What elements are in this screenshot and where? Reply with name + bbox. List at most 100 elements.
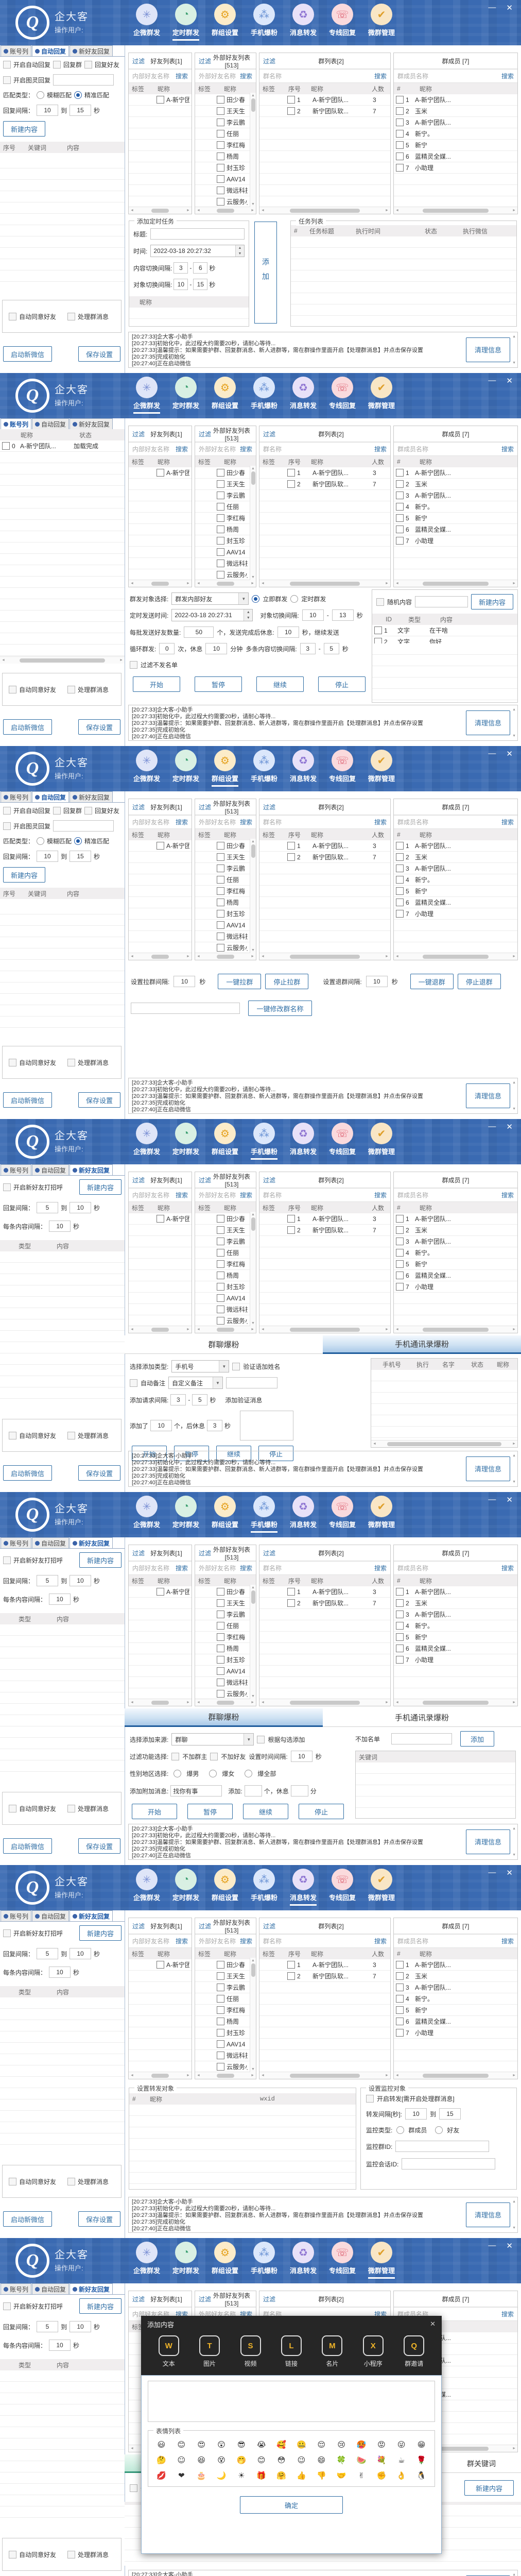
member-row[interactable]: 4新宁。 [394,128,517,140]
external-friend-row[interactable]: 王天生 [195,106,250,117]
member-row[interactable]: 2玉米 [394,479,517,490]
member-row[interactable]: 5新宁 [394,140,517,151]
row-checkbox[interactable] [217,1599,224,1607]
row-checkbox[interactable] [217,96,224,104]
external-search-placeholder[interactable]: 外部好友名称 [199,445,236,453]
clear-log-button[interactable]: 清理信息 [466,2202,510,2227]
row-checkbox[interactable] [396,2006,404,2014]
nav-item[interactable]: ◔ 定时群发 [169,1869,202,1906]
external-friend-row[interactable]: 封玉珍 [195,1654,250,1666]
emoji-button[interactable]: ☺ [171,2452,192,2468]
group-row[interactable]: 1A-新宁团队...3 [259,1213,390,1225]
add-task-button[interactable]: 添加 [254,222,277,324]
row-checkbox[interactable] [396,96,404,104]
member-search-placeholder[interactable]: 群成员名称 [397,818,428,826]
multi-gap-to-input[interactable]: 5 [324,643,339,654]
row-checkbox[interactable] [217,141,224,149]
row-checkbox[interactable] [396,503,404,511]
nav-item[interactable]: ✔ 微群管理 [365,1869,398,1906]
row-checkbox[interactable] [396,1599,404,1607]
nf-per-content-input[interactable]: 10 [49,2340,71,2351]
external-friend-row[interactable]: 杨周 [195,151,250,162]
group-filter-link[interactable]: 过滤 [263,1176,275,1184]
row-checkbox[interactable] [396,1984,404,1991]
random-content-checkbox[interactable] [376,598,384,606]
member-row[interactable]: 3A-新宁团队... [394,490,517,501]
friend-search-placeholder[interactable]: 内部好友名称 [132,1191,169,1199]
time-gap-input[interactable]: 10 [291,1751,312,1762]
sidebar-tab-newfriend[interactable]: 新好友回复 [70,45,113,56]
nav-item[interactable]: ◔ 定时群发 [169,377,202,414]
external-friend-row[interactable]: 王天生 [195,479,250,490]
row-checkbox[interactable] [396,1215,404,1223]
continue-button[interactable]: 继续 [256,676,304,692]
external-friend-row[interactable]: 田少春 [195,1959,250,1971]
member-row[interactable]: 6蓝精灵全媒... [394,151,517,162]
external-search-button[interactable]: 搜索 [240,445,252,453]
row-checkbox[interactable] [396,1588,404,1596]
nav-item[interactable]: ☏ 专线回复 [326,750,359,787]
row-checkbox[interactable] [217,842,224,850]
member-row[interactable]: 1A-新宁团队... [394,840,517,852]
row-checkbox[interactable] [396,514,404,522]
member-row[interactable]: 5新宁 [394,2005,517,2016]
emoji-button[interactable]: 😉 [291,2452,311,2468]
nf-interval-from-input[interactable]: 5 [37,1202,58,1213]
nf-interval-from-input[interactable]: 5 [37,1575,58,1586]
nf-per-content-input[interactable]: 10 [49,1967,71,1978]
minimize-button[interactable]: — [488,1495,496,1504]
friend-search-placeholder[interactable]: 内部好友名称 [132,1937,169,1945]
group-row[interactable]: 2新宁团队软...7 [259,1225,390,1236]
member-search-placeholder[interactable]: 群成员名称 [397,1191,428,1199]
reply-friend-checkbox[interactable] [84,61,92,69]
clear-log-button[interactable]: 清理信息 [466,337,510,362]
friend-search-button[interactable]: 搜索 [176,1564,188,1572]
nav-item[interactable]: ✳ 企微群发 [130,750,163,787]
row-checkbox[interactable] [157,1215,164,1223]
turing-reply-checkbox[interactable] [3,76,11,84]
row-checkbox[interactable] [217,1249,224,1257]
nf-per-content-input[interactable]: 10 [49,1221,71,1232]
row-checkbox[interactable] [396,865,404,872]
verify-with-name-checkbox[interactable] [232,1363,240,1370]
subtab-contacts-fans[interactable]: 手机通讯录爆粉 [323,1708,521,1727]
member-row[interactable]: 6蓝精灵全媒... [394,1270,517,1281]
note-input[interactable] [226,1377,277,1388]
row-checkbox[interactable] [217,152,224,160]
friend-filter-link[interactable]: 过滤 [132,1922,145,1930]
nav-item[interactable]: ⚙ 群组设置 [209,377,241,414]
row-checkbox[interactable] [217,853,224,861]
member-row[interactable]: 4新宁。 [394,1247,517,1259]
group-search-button[interactable]: 搜索 [374,1191,387,1199]
forward-gap-to-input[interactable]: 15 [439,2108,461,2120]
friend-row[interactable]: A-新宁团... [129,1213,192,1225]
nf-per-content-input[interactable]: 10 [49,1594,71,1605]
external-filter-link[interactable]: 过滤 [199,1176,211,1184]
row-checkbox[interactable] [287,1599,295,1607]
external-friend-row[interactable]: 李云鹏 [195,490,250,501]
sidebar-tab-newfriend[interactable]: 新好友回复 [70,418,113,429]
group-row[interactable]: 2新宁团队软...7 [259,1971,390,1982]
row-checkbox[interactable] [396,1272,404,1279]
pause-button[interactable]: 暂停 [195,676,242,692]
content-type-button[interactable]: T 图片 [199,2335,220,2368]
member-row[interactable]: 6蓝精灵全媒... [394,524,517,535]
member-search-button[interactable]: 搜索 [501,818,514,826]
horizontal-scrollbar[interactable]: ◄► [259,580,390,587]
member-row[interactable]: 1A-新宁团队... [394,1213,517,1225]
row-checkbox[interactable] [396,141,404,149]
nav-item[interactable]: ⁂ 手机爆粉 [248,750,281,787]
content-type-button[interactable]: M 名片 [322,2335,342,2368]
group-row[interactable]: 2新宁团队软...7 [259,1598,390,1609]
group-row[interactable]: 2新宁团队软...7 [259,106,390,117]
friend-filter-link[interactable]: 过滤 [132,1176,145,1184]
row-checkbox[interactable] [217,537,224,545]
row-checkbox[interactable] [217,503,224,511]
row-checkbox[interactable] [157,1961,164,1969]
sidebar-tab-accounts[interactable]: 账号列 [1,1164,31,1175]
blocklist-input[interactable] [391,1733,452,1744]
nav-item[interactable]: ⁂ 手机爆粉 [248,4,281,41]
skip-friend-checkbox[interactable] [210,1753,218,1760]
nav-item[interactable]: ✔ 微群管理 [365,2242,398,2279]
external-filter-link[interactable]: 过滤 [199,1922,211,1930]
